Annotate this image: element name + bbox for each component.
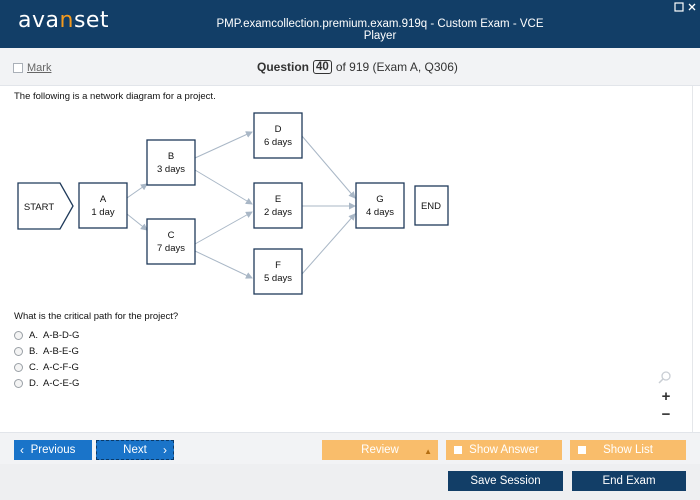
start-label: START — [24, 202, 54, 213]
question-text: The following is a network diagram for a… — [14, 91, 216, 102]
network-diagram: START A 1 day B 3 days C 7 days D 6 days… — [17, 112, 449, 295]
radio-icon[interactable] — [14, 363, 23, 372]
node-f-duration: 5 days — [264, 273, 292, 284]
radio-icon[interactable] — [14, 347, 23, 356]
diagram-start-node: START — [17, 182, 74, 230]
question-label: Question — [257, 60, 310, 74]
node-b-duration: 3 days — [157, 164, 185, 175]
checkbox-icon — [13, 63, 23, 73]
question-header: Mark Question 40 of 919 (Exam A, Q306) — [0, 48, 700, 86]
node-d-id: D — [275, 124, 282, 135]
question-prompt: What is the critical path for the projec… — [14, 311, 179, 322]
magnifier-icon — [658, 370, 672, 384]
end-exam-button[interactable]: End Exam — [572, 471, 686, 491]
chevron-left-icon: ‹ — [20, 443, 24, 457]
mark-label: Mark — [27, 62, 52, 74]
node-d-box — [253, 112, 303, 159]
option-text: A-C-F-G — [43, 362, 79, 373]
answer-option-c[interactable]: C. A-C-F-G — [14, 362, 79, 373]
node-c-box — [146, 218, 196, 265]
node-a-id: A — [100, 194, 107, 205]
option-letter: B. — [29, 346, 38, 357]
node-f-id: F — [275, 260, 281, 271]
node-b-id: B — [168, 151, 174, 162]
node-g-box — [355, 182, 405, 229]
footer-bar: Save Session End Exam — [0, 464, 700, 500]
zoom-out-icon[interactable]: − — [657, 406, 675, 424]
question-total: of 919 (Exam A, Q306) — [335, 60, 458, 74]
node-e-duration: 2 days — [264, 207, 292, 218]
node-d-duration: 6 days — [264, 137, 292, 148]
next-button[interactable]: Next › — [96, 440, 174, 460]
option-letter: A. — [29, 330, 38, 341]
node-c-id: C — [168, 230, 175, 241]
node-a-box — [78, 182, 128, 229]
node-e-box — [253, 182, 303, 229]
option-text: A-B-E-G — [43, 346, 79, 357]
radio-icon[interactable] — [14, 331, 23, 340]
answer-option-d[interactable]: D. A-C-E-G — [14, 378, 79, 389]
window-title: PMP.examcollection.premium.exam.919q - C… — [216, 18, 544, 42]
answer-option-a[interactable]: A. A-B-D-G — [14, 330, 79, 341]
node-a-duration: 1 day — [91, 207, 114, 218]
option-letter: C. — [29, 362, 39, 373]
option-text: A-C-E-G — [43, 378, 80, 389]
previous-button[interactable]: ‹ Previous — [14, 440, 92, 460]
node-c-duration: 7 days — [157, 243, 185, 254]
show-answer-button[interactable]: Show Answer — [446, 440, 562, 460]
show-list-button[interactable]: Show List — [570, 440, 686, 460]
triangle-up-icon: ▲ — [424, 447, 432, 456]
maximize-icon[interactable] — [673, 2, 685, 14]
question-number-input[interactable]: 40 — [313, 60, 332, 74]
chevron-right-icon: › — [163, 443, 167, 457]
title-bar: avanset PMP.examcollection.premium.exam.… — [0, 0, 700, 48]
answer-option-b[interactable]: B. A-B-E-G — [14, 346, 79, 357]
radio-icon[interactable] — [14, 379, 23, 388]
save-session-button[interactable]: Save Session — [448, 471, 563, 491]
app-logo: avanset — [18, 8, 110, 33]
zoom-in-icon[interactable]: + — [657, 388, 675, 406]
scrollbar-track[interactable] — [692, 86, 693, 432]
end-label: END — [421, 201, 441, 212]
review-button[interactable]: Review ▲ — [322, 440, 438, 460]
option-letter: D. — [29, 378, 39, 389]
checkbox-icon — [454, 446, 462, 454]
node-g-id: G — [376, 194, 383, 205]
question-indicator: Question 40 of 919 (Exam A, Q306) — [257, 60, 458, 74]
navigation-bar: ‹ Previous Next › Review ▲ Show Answer S… — [0, 432, 700, 464]
option-text: A-B-D-G — [43, 330, 80, 341]
node-e-id: E — [275, 194, 281, 205]
node-g-duration: 4 days — [366, 207, 394, 218]
checkbox-icon — [578, 446, 586, 454]
node-f-box — [253, 248, 303, 295]
close-icon[interactable] — [686, 2, 698, 14]
question-content: The following is a network diagram for a… — [0, 86, 700, 431]
mark-checkbox[interactable]: Mark — [13, 62, 51, 74]
node-b-box — [146, 139, 196, 186]
